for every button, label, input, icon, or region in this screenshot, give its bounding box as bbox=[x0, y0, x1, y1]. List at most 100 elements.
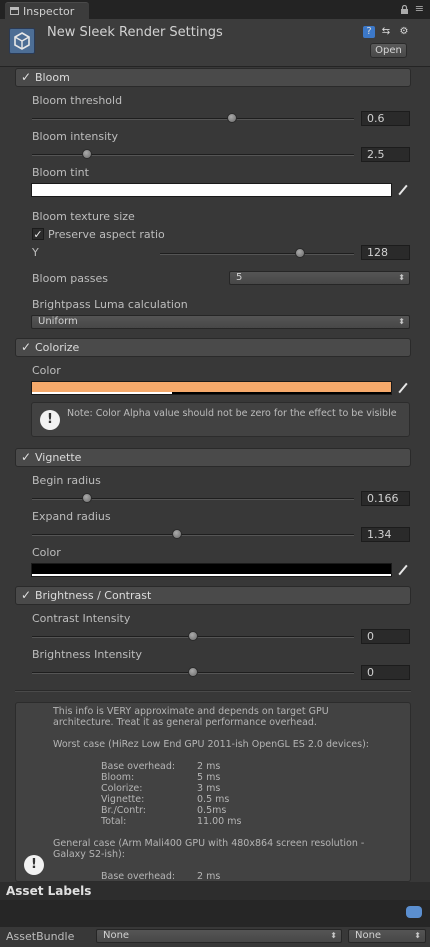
table-value: 5 ms bbox=[197, 772, 221, 783]
asset-bundle-label: AssetBundle bbox=[6, 930, 75, 943]
gear-icon[interactable]: ⚙ bbox=[398, 26, 410, 38]
y-slider[interactable] bbox=[160, 253, 354, 255]
tab-label: Inspector bbox=[23, 5, 75, 18]
dropdown-arrow-icon: ⬍ bbox=[414, 931, 421, 940]
dropdown-value: None bbox=[355, 930, 382, 941]
dropdown-arrow-icon: ⬍ bbox=[398, 317, 405, 326]
colorize-note-text: Note: Color Alpha value should not be ze… bbox=[67, 408, 397, 419]
lock-icon[interactable] bbox=[401, 5, 408, 14]
scroll-gutter bbox=[411, 702, 430, 882]
contrast-thumb[interactable] bbox=[188, 631, 198, 641]
table-value: 3 ms bbox=[197, 783, 221, 794]
dropdown-arrow-icon: ⬍ bbox=[330, 931, 337, 940]
expand-radius-field[interactable]: 1.34 bbox=[361, 527, 410, 542]
section-label: Colorize bbox=[35, 341, 80, 354]
expand-radius-slider[interactable] bbox=[32, 534, 354, 536]
preserve-aspect-label: Preserve aspect ratio bbox=[48, 228, 165, 241]
colorize-color-swatch[interactable] bbox=[31, 381, 392, 395]
bloom-intensity-label: Bloom intensity bbox=[32, 130, 118, 143]
brightpass-dropdown[interactable]: Uniform ⬍ bbox=[31, 315, 410, 329]
section-label: Vignette bbox=[35, 451, 82, 464]
y-label: Y bbox=[32, 246, 39, 259]
table-value: 0.5 ms bbox=[197, 794, 230, 805]
brightness-field[interactable]: 0 bbox=[361, 665, 410, 680]
table-value: 2 ms bbox=[197, 871, 221, 882]
tag-icon[interactable] bbox=[406, 906, 422, 918]
dropdown-arrow-icon: ⬍ bbox=[398, 273, 405, 282]
bloom-passes-label: Bloom passes bbox=[32, 272, 108, 285]
asset-labels-area bbox=[0, 900, 430, 926]
warning-icon: ! bbox=[24, 855, 44, 875]
bloom-passes-dropdown[interactable]: 5 ⬍ bbox=[229, 271, 410, 285]
y-field[interactable]: 128 bbox=[361, 245, 410, 260]
info-intro: This info is VERY approximate and depend… bbox=[53, 706, 329, 728]
asset-bundle-bar: AssetBundle None ⬍ None ⬍ bbox=[0, 926, 430, 947]
table-value: 0.5ms bbox=[197, 805, 227, 816]
eyedropper-icon[interactable] bbox=[395, 183, 409, 197]
begin-radius-slider[interactable] bbox=[32, 498, 354, 500]
table-value: 11.00 ms bbox=[197, 816, 242, 827]
table-row: Vignette: bbox=[101, 794, 145, 805]
tab-inspector[interactable]: Inspector bbox=[5, 2, 89, 19]
bloom-intensity-thumb[interactable] bbox=[81, 149, 92, 159]
dropdown-value: 5 bbox=[236, 272, 243, 283]
dropdown-value: None bbox=[103, 930, 130, 941]
bloom-intensity-slider[interactable] bbox=[32, 154, 354, 156]
divider bbox=[15, 690, 411, 692]
checkmark-icon[interactable]: ✓ bbox=[21, 70, 31, 84]
y-thumb[interactable] bbox=[294, 248, 305, 258]
table-row: Total: bbox=[101, 816, 127, 827]
alpha-bar bbox=[32, 392, 172, 394]
page-title: New Sleek Render Settings bbox=[47, 25, 223, 40]
colorize-note-box: ! Note: Color Alpha value should not be … bbox=[31, 402, 410, 437]
checkmark-icon[interactable]: ✓ bbox=[21, 588, 31, 602]
checkmark-icon[interactable]: ✓ bbox=[21, 450, 31, 464]
begin-radius-field[interactable]: 0.166 bbox=[361, 491, 410, 506]
section-colorize[interactable]: ✓ Colorize bbox=[15, 338, 411, 357]
section-label: Bloom bbox=[35, 71, 70, 84]
info-worst-case: Worst case (HiRez Low End GPU 2011-ish O… bbox=[53, 739, 370, 750]
section-vignette[interactable]: ✓ Vignette bbox=[15, 448, 411, 467]
brightpass-label: Brightpass Luma calculation bbox=[32, 298, 188, 311]
checkmark-icon[interactable]: ✓ bbox=[21, 340, 31, 354]
eyedropper-icon[interactable] bbox=[395, 381, 409, 395]
dropdown-value: Uniform bbox=[38, 316, 78, 327]
asset-labels-header[interactable]: Asset Labels bbox=[0, 882, 430, 900]
asset-bundle-variant-dropdown[interactable]: None ⬍ bbox=[348, 929, 426, 943]
bloom-tint-label: Bloom tint bbox=[32, 166, 89, 179]
help-icon[interactable]: ? bbox=[363, 26, 375, 38]
bloom-tint-swatch[interactable] bbox=[31, 183, 392, 197]
bloom-threshold-slider[interactable] bbox=[32, 118, 354, 120]
open-button[interactable]: Open bbox=[370, 43, 407, 58]
inspector-icon bbox=[10, 7, 19, 15]
section-brightness-contrast[interactable]: ✓ Brightness / Contrast bbox=[15, 586, 411, 605]
expand-radius-thumb[interactable] bbox=[171, 529, 182, 539]
table-row: Bloom: bbox=[101, 772, 135, 783]
brightness-thumb[interactable] bbox=[188, 667, 198, 677]
section-bloom[interactable]: ✓ Bloom bbox=[15, 68, 411, 87]
contrast-field[interactable]: 0 bbox=[361, 629, 410, 644]
vignette-color-label: Color bbox=[32, 546, 61, 559]
bloom-threshold-field[interactable]: 0.6 bbox=[361, 111, 410, 126]
presets-icon[interactable]: ⇆ bbox=[380, 26, 392, 38]
menu-icon[interactable]: ≡ bbox=[415, 3, 424, 14]
inspector-header: New Sleek Render Settings ? ⇆ ⚙ bbox=[0, 19, 430, 67]
bloom-texture-size-label: Bloom texture size bbox=[32, 210, 135, 223]
bloom-threshold-thumb[interactable] bbox=[226, 113, 237, 123]
bloom-threshold-label: Bloom threshold bbox=[32, 94, 123, 107]
contrast-label: Contrast Intensity bbox=[32, 612, 131, 625]
table-row: Colorize: bbox=[101, 783, 143, 794]
table-row: Br./Contr: bbox=[101, 805, 146, 816]
begin-radius-thumb[interactable] bbox=[81, 493, 92, 503]
preserve-aspect-checkbox[interactable]: ✓ bbox=[32, 228, 44, 240]
warning-icon: ! bbox=[40, 410, 60, 430]
tab-bar: Inspector ≡ bbox=[0, 0, 430, 19]
eyedropper-icon[interactable] bbox=[395, 563, 409, 577]
info-general-case: General case (Arm Mali400 GPU with 480x8… bbox=[53, 838, 365, 860]
expand-radius-label: Expand radius bbox=[32, 510, 111, 523]
unity-logo-icon bbox=[9, 28, 35, 54]
asset-bundle-dropdown[interactable]: None ⬍ bbox=[96, 929, 342, 943]
section-label: Brightness / Contrast bbox=[35, 589, 152, 602]
vignette-color-swatch[interactable] bbox=[31, 563, 392, 577]
bloom-intensity-field[interactable]: 2.5 bbox=[361, 147, 410, 162]
